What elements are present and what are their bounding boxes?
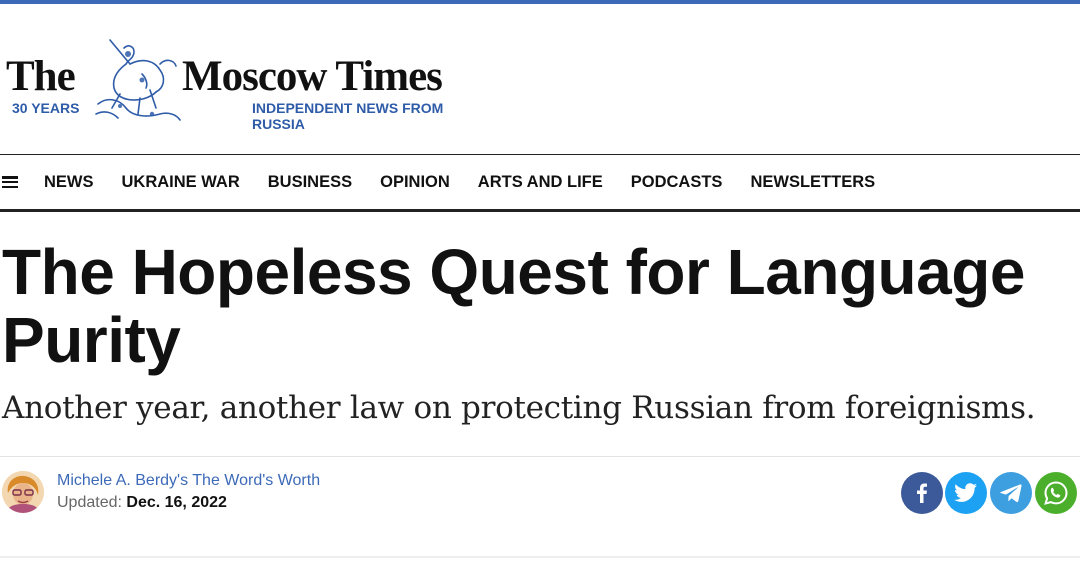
author-avatar[interactable] bbox=[2, 471, 44, 513]
share-twitter-button[interactable] bbox=[945, 472, 987, 514]
telegram-icon bbox=[1000, 484, 1022, 503]
updated-date-value: Dec. 16, 2022 bbox=[126, 494, 227, 511]
author-portrait-icon bbox=[2, 471, 44, 513]
nav-item-ukraine-war[interactable]: UKRAINE WAR bbox=[122, 173, 240, 192]
twitter-icon bbox=[954, 483, 977, 502]
logo-word-moscow-times: Moscow Times bbox=[182, 53, 443, 100]
site-logo[interactable]: The Moscow Times 30 YEARS INDEPENDENT NE… bbox=[6, 34, 496, 132]
author-link[interactable]: Michele A. Berdy's The Word's Worth bbox=[57, 472, 320, 490]
logo-tagline: INDEPENDENT NEWS FROM RUSSIA bbox=[252, 100, 444, 132]
share-facebook-button[interactable] bbox=[901, 472, 943, 514]
updated-date: Updated: Dec. 16, 2022 bbox=[57, 494, 227, 512]
nav-item-newsletters[interactable]: NEWSLETTERS bbox=[750, 173, 875, 192]
logo-years-badge: 30 YEARS bbox=[12, 100, 80, 116]
top-accent-bar bbox=[0, 0, 1080, 4]
updated-label: Updated: bbox=[57, 494, 122, 511]
hamburger-menu-icon[interactable] bbox=[2, 175, 18, 189]
st-george-emblem-icon bbox=[95, 39, 181, 121]
article-subtitle: Another year, another law on protecting … bbox=[2, 390, 1036, 426]
main-navigation: NEWS UKRAINE WAR BUSINESS OPINION ARTS A… bbox=[0, 154, 1080, 212]
facebook-icon bbox=[917, 483, 927, 503]
share-whatsapp-button[interactable] bbox=[1035, 472, 1077, 514]
logo-word-the: The bbox=[6, 53, 76, 100]
whatsapp-icon bbox=[1044, 481, 1068, 505]
nav-item-opinion[interactable]: OPINION bbox=[380, 173, 450, 192]
nav-item-business[interactable]: BUSINESS bbox=[268, 173, 352, 192]
nav-item-news[interactable]: NEWS bbox=[44, 173, 94, 192]
byline-divider bbox=[0, 456, 1080, 457]
nav-item-podcasts[interactable]: PODCASTS bbox=[631, 173, 723, 192]
share-telegram-button[interactable] bbox=[990, 472, 1032, 514]
article-title: The Hopeless Quest for Language Purity bbox=[2, 236, 1025, 376]
nav-item-arts-and-life[interactable]: ARTS AND LIFE bbox=[478, 173, 603, 192]
content-divider bbox=[0, 556, 1080, 558]
